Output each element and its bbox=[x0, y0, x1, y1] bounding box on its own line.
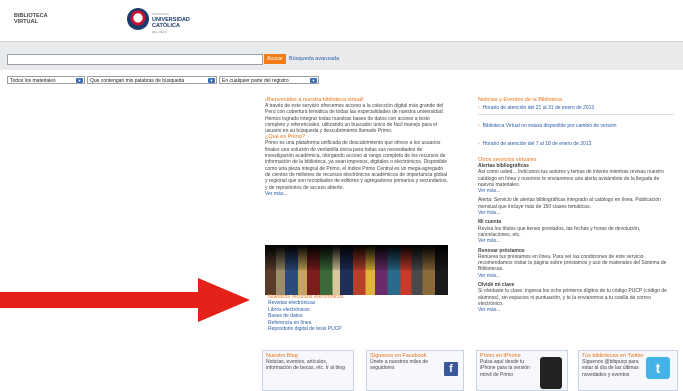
twitter-text: Síguenos @bibpucp para estar al día de l… bbox=[582, 359, 639, 378]
more-link[interactable]: Ver más... bbox=[478, 188, 674, 194]
rss-text: Alerta: Servicio de alertas bibliográfic… bbox=[478, 197, 661, 210]
news-item[interactable]: › Horario de atención del 7 al 18 de ener… bbox=[478, 141, 674, 147]
blog-title: Nuestro Blog bbox=[266, 353, 298, 359]
bullet-icon: › bbox=[478, 141, 480, 147]
pucp-seal-icon[interactable] bbox=[127, 8, 149, 30]
search-button[interactable]: Buscar bbox=[264, 54, 286, 64]
chevron-down-icon: ▼ bbox=[310, 78, 317, 83]
advanced-search-link[interactable]: Búsqueda avanzada bbox=[289, 56, 339, 62]
news-item[interactable]: › Horario de atención del 21 al 31 de ene… bbox=[478, 105, 674, 111]
more-link[interactable]: Ver más... bbox=[478, 238, 674, 244]
news-title: Noticias y Eventos de la Biblioteca bbox=[478, 97, 563, 103]
pucp-logo-text[interactable]: PONTIFICIA UNIVERSIDAD CATÓLICA DEL PERÚ bbox=[152, 11, 190, 35]
news-section: Noticias y Eventos de la Biblioteca › Hor… bbox=[478, 97, 674, 147]
resource-link[interactable]: Repositorio digital de tesis PUCP bbox=[268, 326, 448, 333]
primo-text: Primo es una plataforma unificada de des… bbox=[265, 140, 448, 191]
facebook-text: Únete a nuestros miles de seguidores bbox=[370, 359, 429, 372]
search-input[interactable] bbox=[7, 54, 263, 65]
renew-text: Renueva tus préstamos en línea. Para ver… bbox=[478, 253, 667, 273]
bullet-icon: › bbox=[478, 105, 480, 111]
red-arrow-body bbox=[0, 292, 200, 308]
more-link[interactable]: Ver más... bbox=[478, 273, 674, 279]
books-image-shadow bbox=[265, 245, 448, 270]
more-link[interactable]: Ver más... bbox=[478, 307, 674, 313]
facebook-icon[interactable]: f bbox=[444, 362, 458, 376]
news-item[interactable]: › Biblioteca Virtual no estará disponible… bbox=[478, 123, 674, 129]
more-link[interactable]: Ver más... bbox=[265, 191, 448, 197]
alerts-text: Así como usted... Indícanos tus autores … bbox=[478, 169, 664, 188]
library-label: BIBLIOTECA VIRTUAL bbox=[14, 13, 48, 25]
password-text: Si olvidaste tu clave, ingresa los ocho … bbox=[478, 288, 667, 307]
resources-section: Nuestros recursos electrónicos Revistas … bbox=[268, 294, 448, 333]
twitter-icon[interactable]: t bbox=[646, 357, 670, 379]
bullet-icon: › bbox=[478, 123, 480, 129]
chevron-down-icon: ▼ bbox=[208, 78, 215, 83]
more-link[interactable]: Ver más... bbox=[478, 210, 674, 216]
red-arrow-head-icon bbox=[198, 278, 250, 322]
account-text: Revisa los títulos que tienes prestados,… bbox=[478, 225, 641, 238]
welcome-section: ¡Bienvenidos a nuestra biblioteca virtua… bbox=[265, 97, 448, 197]
services-section: Otros servicios virtuales Alertas biblio… bbox=[478, 157, 674, 314]
welcome-text: A través de este servicio ofrecemos acce… bbox=[265, 103, 444, 135]
iphone-text: Pulsa aquí desde tu iPhone para la versi… bbox=[480, 359, 530, 378]
chevron-down-icon: ▼ bbox=[76, 78, 83, 83]
field-select[interactable]: En cualquier parte del registro ▼ bbox=[219, 76, 319, 84]
blog-box[interactable]: Nuestro Blog Noticias, eventos, artículo… bbox=[262, 350, 354, 391]
divider bbox=[478, 114, 674, 115]
iphone-icon[interactable] bbox=[540, 357, 562, 389]
material-select[interactable]: Todos los materiales ▼ bbox=[7, 76, 85, 84]
facebook-title: Síguenos en Facebook bbox=[370, 353, 427, 359]
blog-text: Noticias, eventos, artículos, informació… bbox=[266, 359, 345, 372]
match-select[interactable]: Que contengan mis palabras de búsqueda ▼ bbox=[87, 76, 217, 84]
